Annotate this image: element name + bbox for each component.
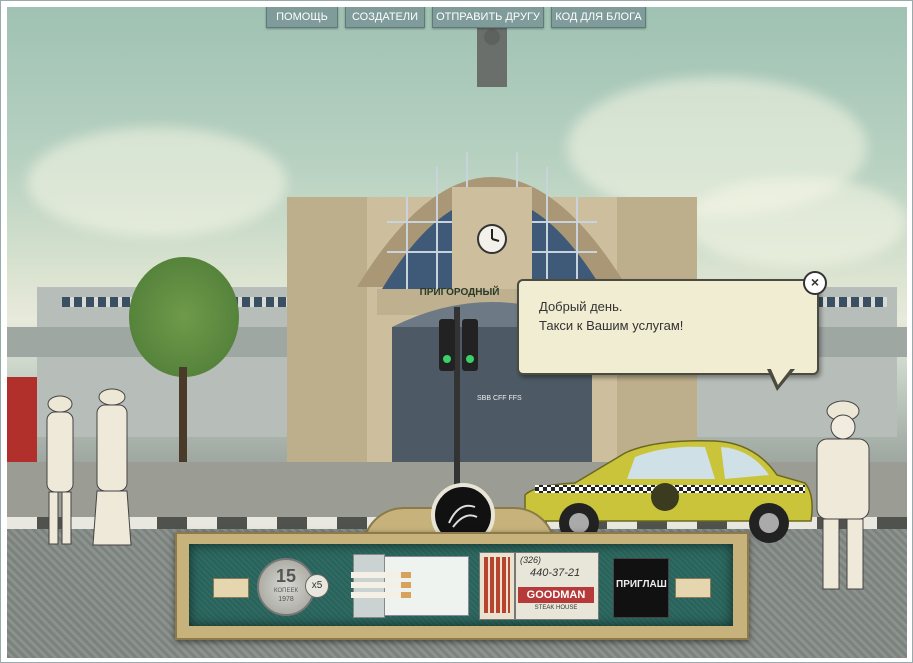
station-sign: ПРИГОРОДНЫЙ bbox=[419, 287, 500, 298]
taxi-car[interactable] bbox=[515, 435, 815, 545]
matchbox-item[interactable]: (326) 440-37-21 GOODMAN STEAK HOUSE bbox=[479, 552, 599, 620]
send-friend-button[interactable]: ОТПРАВИТЬ ДРУГУ bbox=[432, 7, 544, 28]
arrow-left-icon[interactable] bbox=[213, 578, 249, 598]
inventory-panel: 15 КОПЕЕК 1978 x5 (326) 440-37-21 GOODMA… bbox=[175, 532, 749, 640]
game-scene: ПРИГОРОДНЫЙ SBB CFF FFS Добрый день. Так… bbox=[7, 7, 907, 658]
tree bbox=[129, 257, 239, 377]
matchbox-brand: GOODMAN bbox=[518, 587, 594, 603]
taxi-driver[interactable] bbox=[803, 397, 883, 595]
traffic-light bbox=[462, 319, 478, 371]
dialog-tail-fill bbox=[770, 367, 792, 385]
matchbox-phone: 440-37-21 bbox=[530, 567, 581, 579]
invitation-card-item[interactable]: ПРИГЛАШ bbox=[613, 558, 669, 618]
policeman-left[interactable] bbox=[35, 392, 85, 550]
coin-year: 1978 bbox=[278, 596, 294, 603]
station-board: SBB CFF FFS bbox=[477, 395, 522, 402]
green-signal bbox=[443, 355, 451, 363]
cloud bbox=[687, 177, 907, 267]
arrow-right-icon[interactable] bbox=[675, 578, 711, 598]
game-frame: ПРИГОРОДНЫЙ SBB CFF FFS Добрый день. Так… bbox=[0, 0, 913, 663]
blog-code-button[interactable]: КОД ДЛЯ БЛОГА bbox=[551, 7, 646, 28]
dialog-text: Добрый день. Такси к Вашим услугам! bbox=[539, 299, 684, 333]
matchbox-code: (326) bbox=[520, 555, 542, 565]
matchbox-sub: STEAK HOUSE bbox=[534, 605, 578, 611]
coin-count: x5 bbox=[305, 574, 329, 598]
dialog-bubble: Добрый день. Такси к Вашим услугам! bbox=[517, 279, 819, 375]
close-icon[interactable]: × bbox=[803, 271, 827, 295]
cigarettes-item[interactable] bbox=[351, 554, 469, 618]
cloud bbox=[27, 127, 287, 237]
green-signal bbox=[466, 355, 474, 363]
inventory-slots: 15 КОПЕЕК 1978 x5 (326) 440-37-21 GOODMA… bbox=[189, 544, 733, 626]
policeman-right[interactable] bbox=[85, 385, 139, 550]
invitation-text: ПРИГЛАШ bbox=[616, 579, 667, 590]
traffic-light bbox=[439, 319, 455, 371]
creators-button[interactable]: СОЗДАТЕЛИ bbox=[345, 7, 425, 28]
help-button[interactable]: ПОМОЩЬ bbox=[266, 7, 338, 28]
tree-trunk bbox=[179, 367, 187, 467]
